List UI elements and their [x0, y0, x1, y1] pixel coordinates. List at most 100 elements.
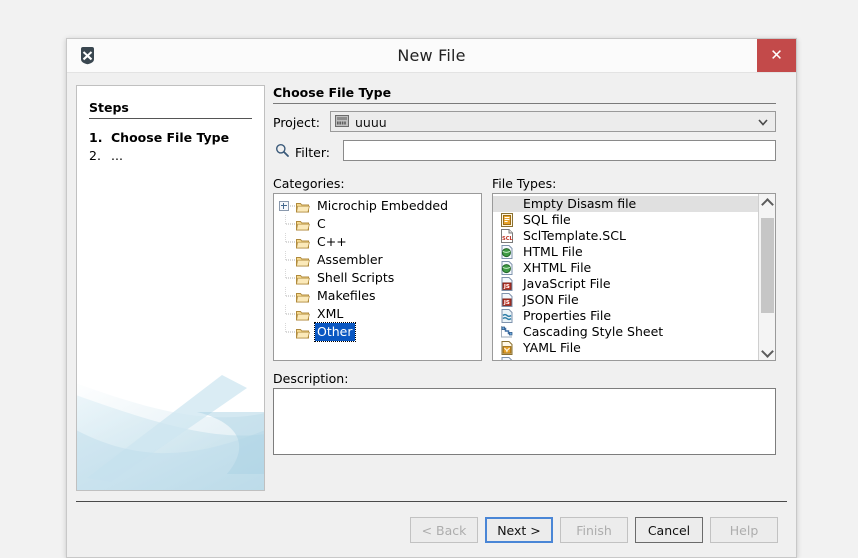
folder-icon — [296, 254, 310, 267]
search-icon — [275, 143, 289, 157]
categories-label: Categories: — [273, 176, 345, 191]
category-item[interactable]: Makefiles — [274, 287, 481, 305]
file-type-label: Empty Disasm file — [523, 196, 637, 211]
chevron-down-icon — [761, 345, 774, 358]
category-item[interactable]: C++ — [274, 233, 481, 251]
html-file-icon — [500, 261, 514, 275]
file-type-item[interactable]: HTML File — [493, 244, 758, 260]
help-button[interactable]: Help — [710, 517, 778, 543]
svg-text:JS: JS — [503, 300, 510, 306]
project-value: uuuu — [355, 115, 387, 130]
file-types-list[interactable]: Empty Disasm file SQL file SCL SclTempla… — [492, 193, 776, 361]
category-label: C — [317, 216, 326, 231]
file-type-label: JavaScript File — [523, 276, 611, 291]
category-item[interactable]: Shell Scripts — [274, 269, 481, 287]
project-label: Project: — [273, 115, 320, 130]
file-types-scroll-area: Empty Disasm file SQL file SCL SclTempla… — [493, 194, 758, 360]
file-type-label: HTML File — [523, 244, 583, 259]
file-type-label: JSON File — [523, 292, 579, 307]
new-file-dialog: New File ✕ Steps 1. Choose File Type 2...… — [66, 38, 797, 558]
cancel-button[interactable]: Cancel — [635, 517, 703, 543]
folder-icon — [296, 272, 310, 285]
chevron-up-icon — [761, 198, 774, 211]
file-type-item-selected[interactable]: Empty Disasm file — [493, 196, 758, 212]
file-type-label: Properties File — [523, 308, 612, 323]
category-item[interactable]: Assembler — [274, 251, 481, 269]
category-label: Makefiles — [317, 288, 376, 303]
step-label: ... — [111, 148, 123, 163]
props-file-icon — [500, 309, 514, 323]
file-types-scrollbar[interactable] — [758, 194, 775, 360]
category-label: XML — [317, 306, 344, 321]
folder-icon — [296, 200, 310, 213]
category-item[interactable]: C — [274, 215, 481, 233]
css-file-icon — [500, 325, 514, 339]
chevron-down-icon — [757, 116, 769, 128]
decorative-swoosh-graphic — [77, 370, 264, 490]
scroll-up-button[interactable] — [759, 194, 775, 211]
category-label: Assembler — [317, 252, 383, 267]
file-type-label: SQL file — [523, 212, 571, 227]
steps-heading: Steps — [89, 100, 129, 115]
file-type-item[interactable]: Cascading Style Sheet — [493, 324, 758, 340]
project-select[interactable]: uuuu — [330, 111, 776, 132]
file-type-label: Cascading Style Sheet — [523, 324, 664, 339]
categories-tree[interactable]: Microchip Embedded C C++ Assembler Shell… — [273, 193, 482, 361]
project-icon — [335, 115, 349, 127]
filter-input[interactable] — [343, 140, 776, 161]
svg-text:JS: JS — [503, 284, 510, 290]
file-type-label: SclTemplate.SCL — [523, 228, 626, 243]
category-label-selected: Other — [314, 322, 356, 342]
file-type-item[interactable]: JS JavaScript File — [493, 276, 758, 292]
tree-guide — [284, 305, 295, 323]
back-button[interactable]: < Back — [410, 517, 478, 543]
close-button[interactable]: ✕ — [757, 39, 796, 72]
file-type-item[interactable]: SCL SclTemplate.SCL — [493, 228, 758, 244]
title-bar: New File ✕ — [67, 39, 796, 73]
js-file-icon: JS — [500, 293, 514, 307]
clipped-icon — [500, 357, 514, 360]
none-icon — [500, 197, 514, 211]
file-type-item[interactable]: YAML File — [493, 340, 758, 356]
next-button[interactable]: Next > — [485, 517, 553, 543]
description-box — [273, 388, 776, 455]
category-label: Microchip Embedded — [317, 198, 449, 213]
svg-text:SCL: SCL — [502, 236, 514, 242]
tree-guide — [284, 269, 295, 287]
file-type-item[interactable]: SQL file — [493, 212, 758, 228]
tree-guide — [285, 197, 295, 215]
file-type-label: XHTML File — [523, 260, 592, 275]
step-item-1: 1. Choose File Type — [89, 130, 229, 145]
category-label: C++ — [317, 234, 347, 249]
file-type-label: YAML File — [523, 340, 581, 355]
folder-icon — [296, 218, 310, 231]
file-type-item[interactable]: XHTML File — [493, 260, 758, 276]
folder-icon — [296, 326, 310, 339]
file-type-item-clipped[interactable] — [493, 356, 758, 360]
step-item-2: 2.... — [89, 148, 123, 163]
description-label: Description: — [273, 371, 349, 386]
category-item-other[interactable]: Other — [274, 322, 481, 342]
file-type-item[interactable]: Properties File — [493, 308, 758, 324]
tree-guide — [284, 287, 295, 305]
dialog-body: Steps 1. Choose File Type 2.... Choose F… — [67, 73, 796, 557]
scrollbar-thumb[interactable] — [761, 218, 774, 313]
tree-guide — [284, 233, 295, 251]
scl-file-icon: SCL — [500, 229, 514, 243]
folder-icon — [296, 290, 310, 303]
html-file-icon — [500, 245, 514, 259]
step-label: Choose File Type — [111, 130, 230, 145]
file-type-item[interactable]: JS JSON File — [493, 292, 758, 308]
finish-button[interactable]: Finish — [560, 517, 628, 543]
close-icon: ✕ — [770, 46, 783, 64]
category-label: Shell Scripts — [317, 270, 395, 285]
category-item[interactable]: XML — [274, 305, 481, 323]
yaml-file-icon — [500, 341, 514, 355]
scroll-down-button[interactable] — [759, 343, 775, 360]
category-item[interactable]: Microchip Embedded — [274, 197, 481, 215]
tree-guide — [284, 251, 295, 269]
step-number: 1. — [89, 130, 103, 145]
step-number: 2. — [89, 148, 101, 163]
footer-divider — [76, 501, 787, 502]
tree-guide — [284, 323, 295, 341]
